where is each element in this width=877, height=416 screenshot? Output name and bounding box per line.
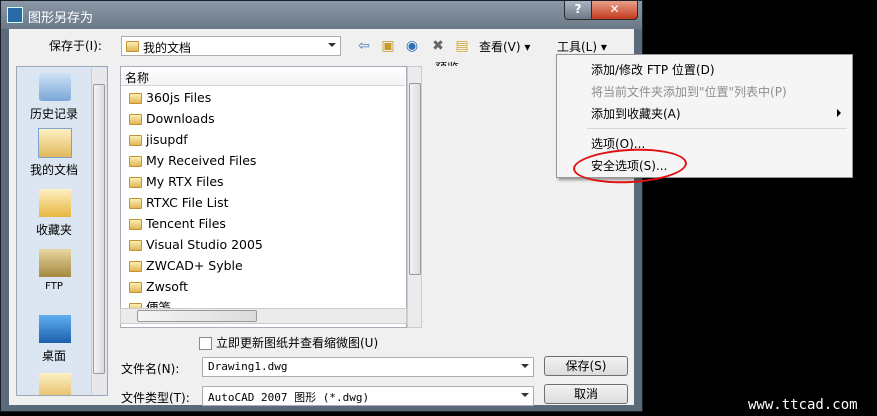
place-folder[interactable] (19, 373, 89, 395)
filetype-label: 文件类型(T): (121, 391, 190, 405)
places-scrollbar[interactable] (91, 68, 106, 394)
filename-label: 文件名(N): (121, 362, 180, 376)
place-label: FTP (45, 281, 63, 292)
list-item[interactable]: RTXC File List (129, 193, 229, 213)
filetype-dropdown[interactable]: AutoCAD 2007 图形 (*.dwg) (202, 386, 534, 406)
chevron-down-icon[interactable] (521, 393, 529, 397)
file-name: Zwsoft (146, 279, 189, 294)
places-bar: 历史记录 我的文档 收藏夹 FTP 桌面 (16, 66, 108, 396)
folder-icon (129, 156, 142, 167)
list-item[interactable]: My Received Files (129, 151, 256, 171)
file-list[interactable]: 名称 360js Files Downloads jisupdf My Rece… (120, 66, 407, 328)
scroll-thumb[interactable] (137, 310, 257, 322)
list-item[interactable]: My RTX Files (129, 172, 224, 192)
tools-menu-label: 工具(L) (557, 40, 598, 54)
place-favorites[interactable]: 收藏夹 (19, 189, 89, 245)
filename-input[interactable]: Drawing1.dwg (202, 357, 534, 377)
place-label: 历史记录 (29, 107, 78, 121)
update-thumbnail-checkbox[interactable]: 立即更新图纸并查看缩微图(U) (199, 334, 378, 351)
folder-icon (129, 114, 142, 125)
folder-icon (129, 198, 142, 209)
views-menu[interactable]: 查看(V) ▾ (479, 38, 530, 55)
folder-icon (129, 177, 142, 188)
my-documents-icon (38, 128, 72, 158)
ftp-icon (39, 249, 71, 277)
list-item[interactable]: Downloads (129, 109, 215, 129)
menu-item-add-ftp[interactable]: 添加/修改 FTP 位置(D) (591, 61, 715, 78)
cancel-button[interactable]: 取消 (544, 384, 628, 404)
place-history[interactable]: 历史记录 (19, 73, 89, 129)
list-item[interactable]: ZWCAD+ Syble (129, 256, 243, 276)
help-button[interactable]: ? (564, 1, 592, 20)
chevron-down-icon (328, 43, 336, 47)
title-bar[interactable]: 图形另存为 ? ✕ (1, 1, 642, 29)
file-name: jisupdf (146, 132, 188, 147)
place-label: 桌面 (41, 349, 66, 363)
folder-icon (129, 261, 142, 272)
desktop-icon (39, 315, 71, 343)
menu-item-add-to-places: 将当前文件夹添加到"位置"列表中(P) (591, 85, 787, 99)
dialog-body: 保存于(I): 我的文档 ⇦ ▣ ◉ ✖ ▤ 查看(V) ▾ 工具(L) ▾ 历… (9, 29, 634, 406)
file-name: My Received Files (146, 153, 257, 168)
back-arrow-icon[interactable]: ⇦ (355, 37, 373, 55)
name-column-header[interactable]: 名称 (121, 67, 405, 86)
save-as-dialog: 图形另存为 ? ✕ 保存于(I): 我的文档 ⇦ ▣ ◉ ✖ ▤ 查看(V) ▾… (0, 0, 643, 412)
place-desktop[interactable]: 桌面 (19, 315, 89, 371)
submenu-arrow-icon (837, 109, 841, 117)
scroll-thumb[interactable] (409, 83, 421, 275)
folder-icon (39, 373, 71, 395)
file-name: ZWCAD+ Syble (146, 258, 243, 273)
folder-icon (129, 282, 142, 293)
filetype-value: AutoCAD 2007 图形 (*.dwg) (208, 391, 370, 404)
update-thumbnail-label: 立即更新图纸并查看缩微图(U) (216, 336, 379, 350)
save-in-value: 我的文档 (143, 41, 192, 55)
scroll-thumb[interactable] (93, 84, 105, 374)
file-name: My RTX Files (146, 174, 224, 189)
folder-icon (129, 93, 142, 104)
dialog-title: 图形另存为 (28, 11, 94, 26)
list-item[interactable]: Visual Studio 2005 (129, 235, 263, 255)
new-folder-icon[interactable]: ▤ (453, 37, 471, 55)
file-name: 360js Files (146, 90, 212, 105)
up-folder-icon[interactable]: ▣ (379, 37, 397, 55)
file-name: Visual Studio 2005 (146, 237, 263, 252)
list-item[interactable]: Zwsoft (129, 277, 188, 297)
folder-icon (129, 240, 142, 251)
favorites-icon (39, 189, 71, 217)
filename-value: Drawing1.dwg (208, 360, 288, 373)
folder-icon (129, 135, 142, 146)
save-in-dropdown[interactable]: 我的文档 (121, 36, 341, 56)
close-button[interactable]: ✕ (591, 1, 638, 20)
place-ftp[interactable]: FTP (19, 249, 89, 305)
delete-icon[interactable]: ✖ (429, 37, 447, 55)
list-item[interactable]: jisupdf (129, 130, 188, 150)
folder-icon (129, 219, 142, 230)
chevron-down-icon[interactable] (521, 364, 529, 368)
place-my-documents[interactable]: 我的文档 (19, 128, 89, 185)
list-item[interactable]: Tencent Files (129, 214, 226, 234)
tools-menu[interactable]: 工具(L) ▾ (557, 38, 607, 55)
column-name-label: 名称 (125, 71, 150, 85)
file-name: RTXC File List (146, 195, 229, 210)
views-menu-label: 查看(V) (479, 40, 521, 54)
save-in-label: 保存于(I): (49, 39, 102, 53)
checkbox-box[interactable] (199, 337, 212, 350)
place-label: 收藏夹 (35, 223, 72, 237)
menu-item-add-to-favorites[interactable]: 添加到收藏夹(A) (591, 105, 681, 122)
file-name: Tencent Files (146, 216, 226, 231)
menu-separator (587, 128, 847, 129)
save-button[interactable]: 保存(S) (544, 356, 628, 376)
place-label: 我的文档 (29, 163, 78, 177)
search-web-icon[interactable]: ◉ (403, 37, 421, 55)
file-list-vertical-scrollbar[interactable] (407, 66, 422, 328)
history-icon (39, 73, 71, 101)
list-item[interactable]: 360js Files (129, 88, 211, 108)
app-icon (7, 7, 23, 23)
file-name: Downloads (146, 111, 215, 126)
file-list-horizontal-scrollbar[interactable] (120, 308, 407, 324)
folder-icon (126, 41, 139, 52)
watermark-text: www.ttcad.com (748, 397, 858, 413)
